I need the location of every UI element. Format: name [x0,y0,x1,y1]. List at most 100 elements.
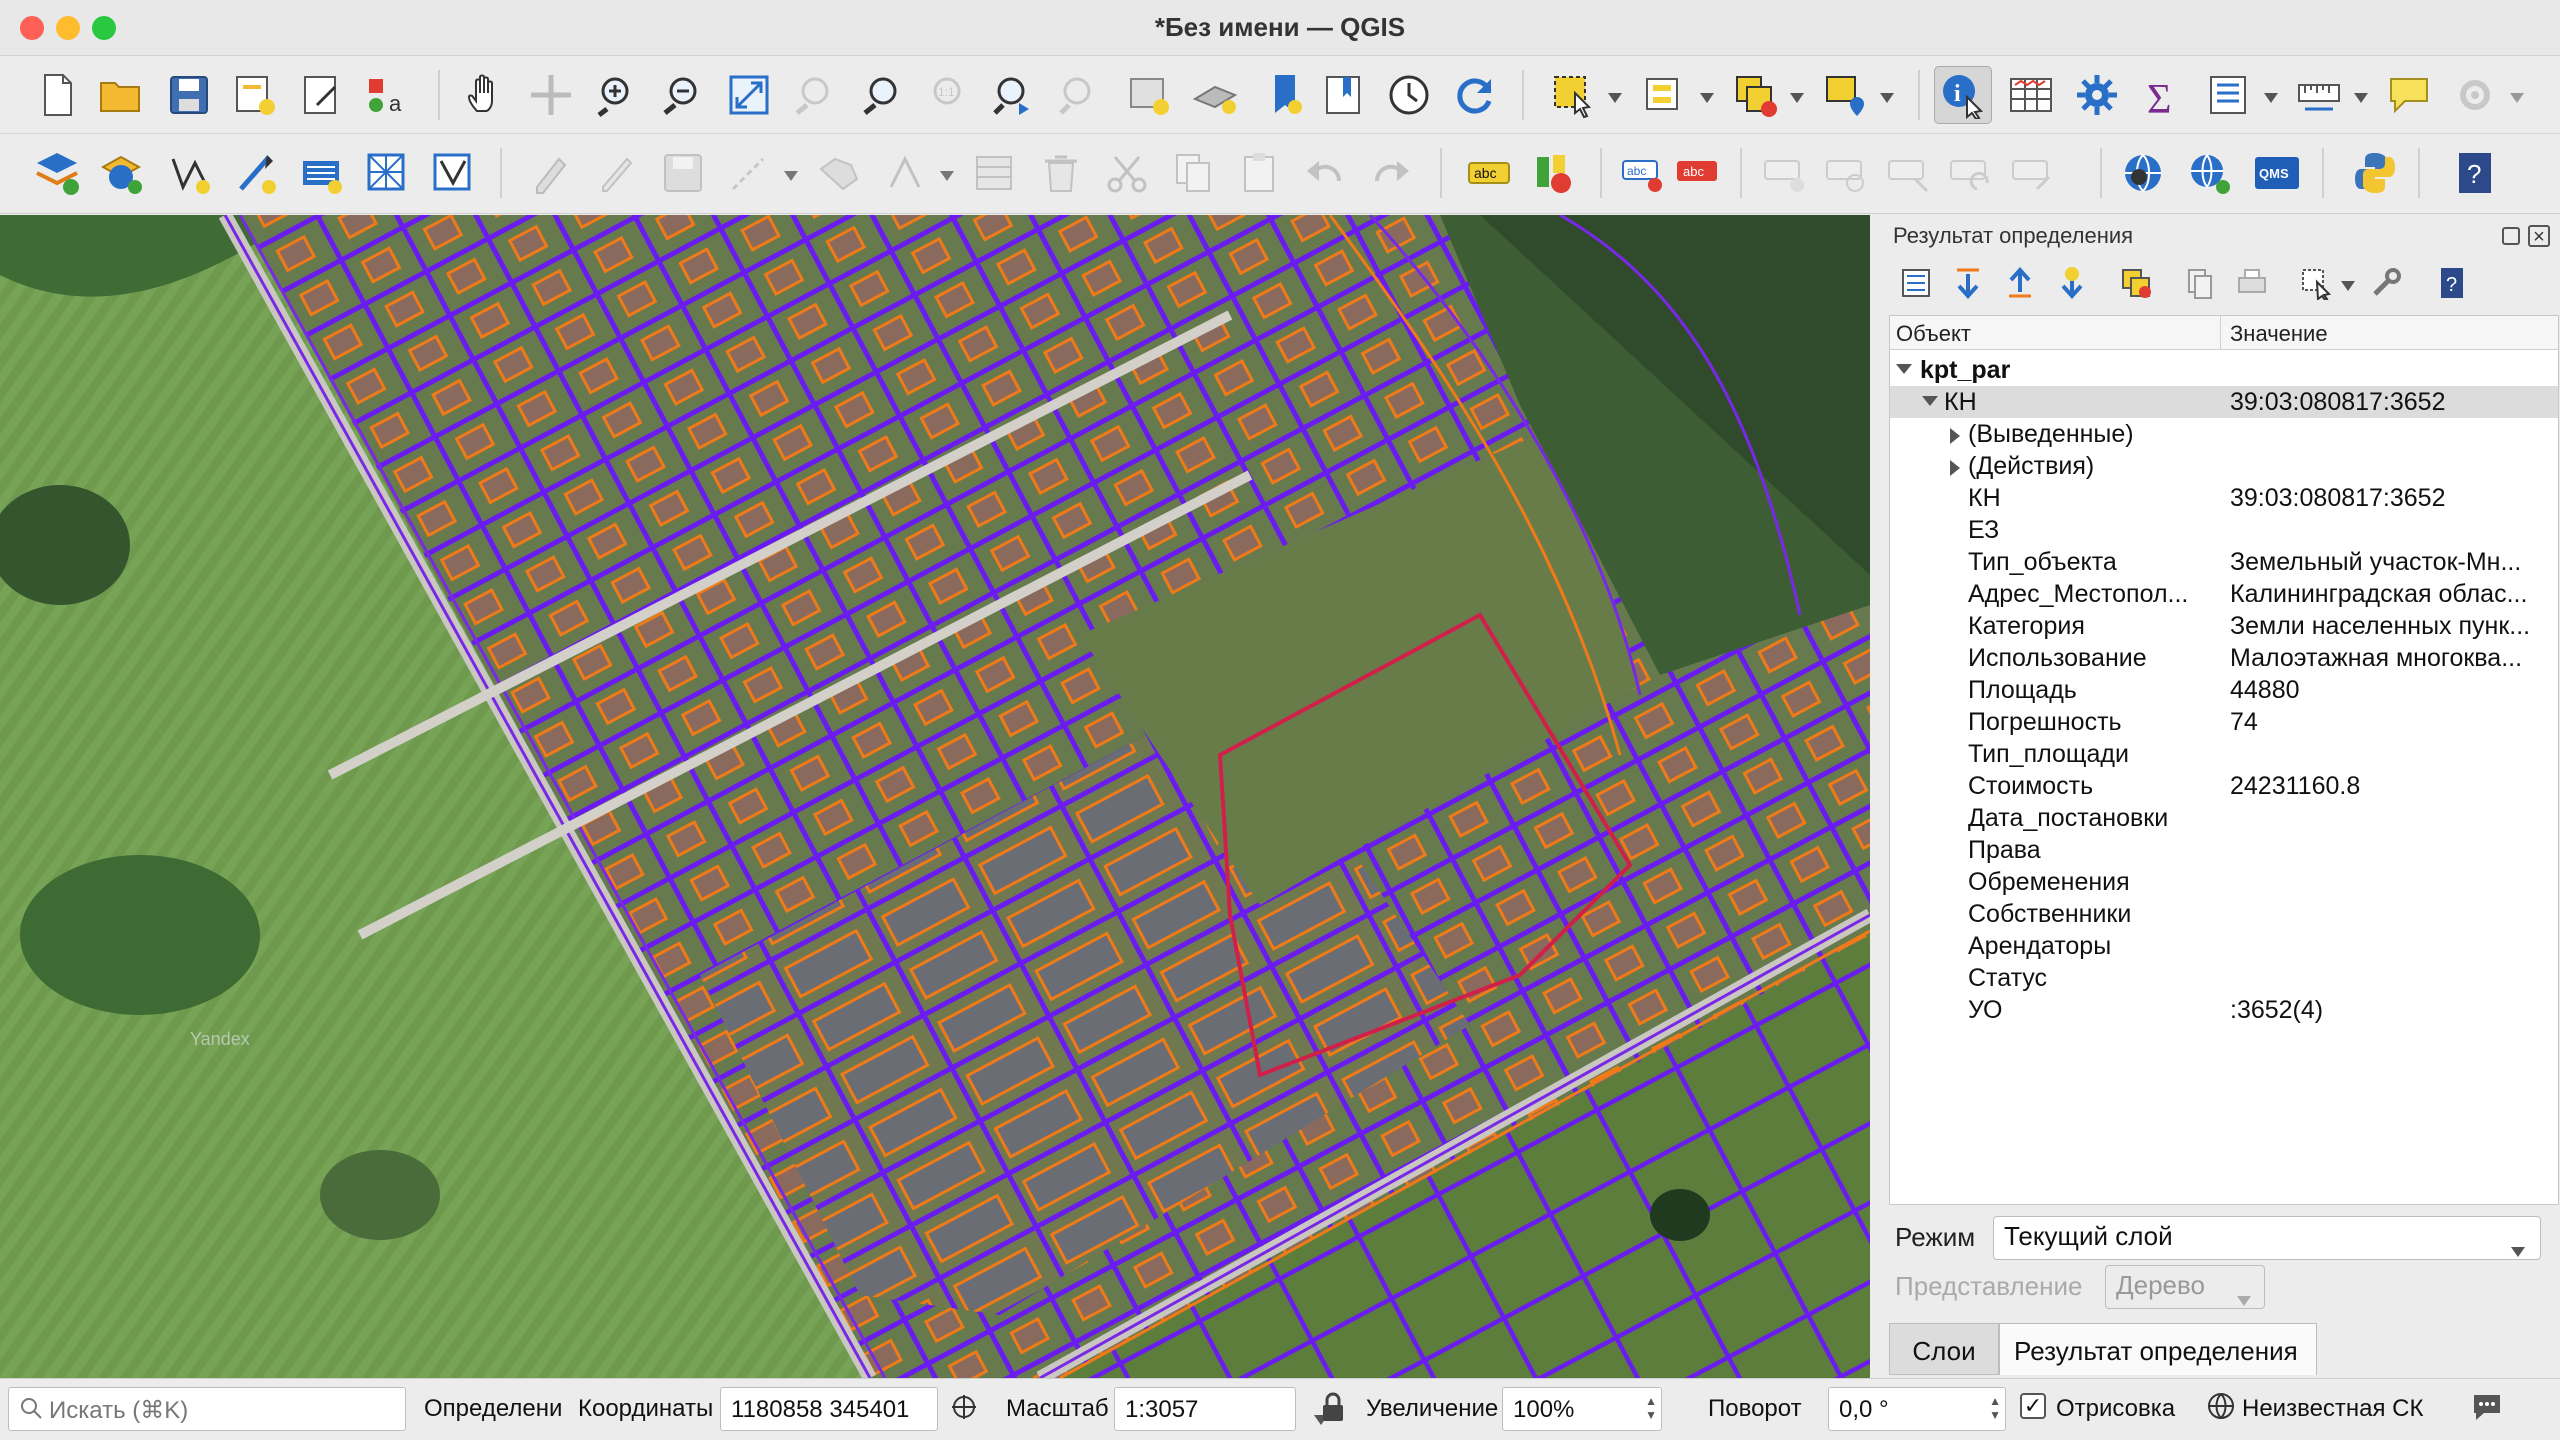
chevron-down-icon[interactable] [2354,90,2368,103]
attribute-row[interactable]: Адрес_Местопол... Калининградская облас..… [1890,578,2558,610]
modify-attributes-icon[interactable] [876,144,934,202]
identify-mode-icon[interactable] [2293,260,2339,306]
cut-icon[interactable] [1098,144,1156,202]
attribute-row[interactable]: Обременения [1890,866,2558,898]
add-mesh-icon[interactable] [358,144,416,202]
undo-icon[interactable] [1296,144,1354,202]
chevron-down-icon[interactable] [1790,90,1804,103]
attribute-row[interactable]: Погрешность 74 [1890,706,2558,738]
label-change-icon[interactable] [2004,144,2062,202]
chevron-down-icon[interactable] [2341,278,2355,291]
attribute-row[interactable]: Стоимость 24231160.8 [1890,770,2558,802]
measure-icon[interactable] [2290,66,2348,124]
expand-tree-icon[interactable] [1893,260,1939,306]
attribute-table-icon[interactable] [2002,66,2060,124]
zoom-out-icon[interactable] [654,66,712,124]
spin-arrows-icon[interactable]: ▲ ▼ [1989,1394,2001,1422]
tree-layer-row[interactable]: kpt_par [1890,354,2558,386]
zoom-full-icon[interactable] [720,66,778,124]
scale-select[interactable]: 1:3057 [1114,1387,1328,1431]
open-field-calculator-icon[interactable] [2200,66,2258,124]
attribute-row[interactable]: УО:3652(4) [1890,994,2558,1026]
statistics-icon[interactable]: Σ [2134,66,2192,124]
new-bookmark-icon[interactable] [1256,66,1314,124]
float-panel-icon[interactable] [2502,227,2520,245]
spin-arrows-icon[interactable]: ▲ ▼ [1645,1394,1657,1422]
save-as-icon[interactable] [226,66,284,124]
annotation-icon[interactable] [2380,66,2438,124]
label-move-icon[interactable] [1756,144,1814,202]
deselect-icon[interactable] [1726,66,1784,124]
label-show-icon[interactable] [1818,144,1876,202]
quickmapservices-icon[interactable] [2114,144,2172,202]
attribute-row[interactable]: Площадь 44880 [1890,674,2558,706]
tree-derived-row[interactable]: (Выведенные) [1890,418,2558,450]
close-panel-icon[interactable]: × [2528,225,2550,247]
open-project-icon[interactable] [92,66,150,124]
edit-table-icon[interactable] [966,144,1024,202]
add-raster-icon[interactable] [292,144,350,202]
chevron-down-icon[interactable] [1608,90,1622,103]
map-canvas[interactable]: Yandex [0,215,1870,1378]
settings-icon[interactable] [2446,66,2504,124]
rotation-field[interactable]: 0,0 ° ▲ ▼ [1828,1387,2006,1431]
chevron-down-icon[interactable] [1880,90,1894,103]
label-rotate-icon[interactable] [1942,144,2000,202]
help-icon[interactable]: ? [2446,144,2504,202]
tab-identify-results[interactable]: Результат определения [1999,1323,2317,1375]
show-bookmarks-icon[interactable] [1314,66,1372,124]
save-edits-icon[interactable] [654,144,712,202]
zoom-next-icon[interactable] [1050,66,1108,124]
copy-icon[interactable] [1164,144,1222,202]
zoom-native-icon[interactable]: 1:1 [918,66,976,124]
chevron-down-icon[interactable] [1700,90,1714,103]
expand-all-icon[interactable] [1945,260,1991,306]
tree-actions-row[interactable]: (Действия) [1890,450,2558,482]
identify-help-icon[interactable]: ? [2429,260,2475,306]
crs-label[interactable]: Неизвестная СК [2242,1395,2424,1423]
chevron-down-icon[interactable] [2264,90,2278,103]
results-tree[interactable]: Объект Значение kpt_par КН 39:03:080817:… [1889,315,2559,1205]
zoom-in-icon[interactable] [588,66,646,124]
print-results-icon[interactable] [2229,260,2275,306]
copy-feature-icon[interactable] [2177,260,2223,306]
chevron-down-icon[interactable] [1922,396,1938,406]
chevron-down-icon[interactable] [1896,364,1912,374]
add-feature-icon[interactable] [720,144,778,202]
attribute-row[interactable]: Тип_площади [1890,738,2558,770]
coordinates-field[interactable]: 1180858 345401 [720,1387,938,1431]
delete-icon[interactable] [1032,144,1090,202]
label-highlight-icon[interactable]: abc [1668,144,1726,202]
attribute-row[interactable]: Использование Малоэтажная многоква... [1890,642,2558,674]
label-toolbar-icon[interactable]: abc [1460,144,1518,202]
chevron-down-icon[interactable] [2510,90,2524,103]
collapse-all-icon[interactable] [1997,260,2043,306]
satellite-map[interactable]: Yandex [0,215,1870,1378]
attribute-row[interactable]: Права [1890,834,2558,866]
select-features-icon[interactable] [1544,66,1602,124]
processing-toolbox-icon[interactable] [2068,66,2126,124]
clear-results-icon[interactable] [2113,260,2159,306]
tab-layers[interactable]: Слои [1889,1323,1999,1375]
save-project-icon[interactable] [160,66,218,124]
add-layer-icon[interactable] [28,144,86,202]
chevron-down-icon[interactable] [940,168,954,181]
paste-icon[interactable] [1230,144,1288,202]
view-select[interactable]: Дерево [2105,1265,2265,1309]
render-checkbox[interactable]: ✓ [2020,1393,2046,1419]
diagram-icon[interactable] [1526,144,1584,202]
toggle-editing-icon[interactable] [522,144,580,202]
tree-feature-row[interactable]: КН 39:03:080817:3652 [1890,386,2558,418]
refresh-icon[interactable] [1446,66,1504,124]
zoom-to-layer-icon[interactable] [852,66,910,124]
label-hide-icon[interactable] [1880,144,1938,202]
new-map-view-icon[interactable] [1120,66,1178,124]
messages-icon[interactable] [2470,1391,2504,1430]
attribute-row[interactable]: Собственники [1890,898,2558,930]
pencil-icon[interactable] [588,144,646,202]
digitize-icon[interactable] [160,144,218,202]
attribute-row[interactable]: КН 39:03:080817:3652 [1890,482,2558,514]
style-manager-icon[interactable]: a [358,66,416,124]
add-vector-icon[interactable] [92,144,150,202]
select-location-icon[interactable] [1816,66,1874,124]
